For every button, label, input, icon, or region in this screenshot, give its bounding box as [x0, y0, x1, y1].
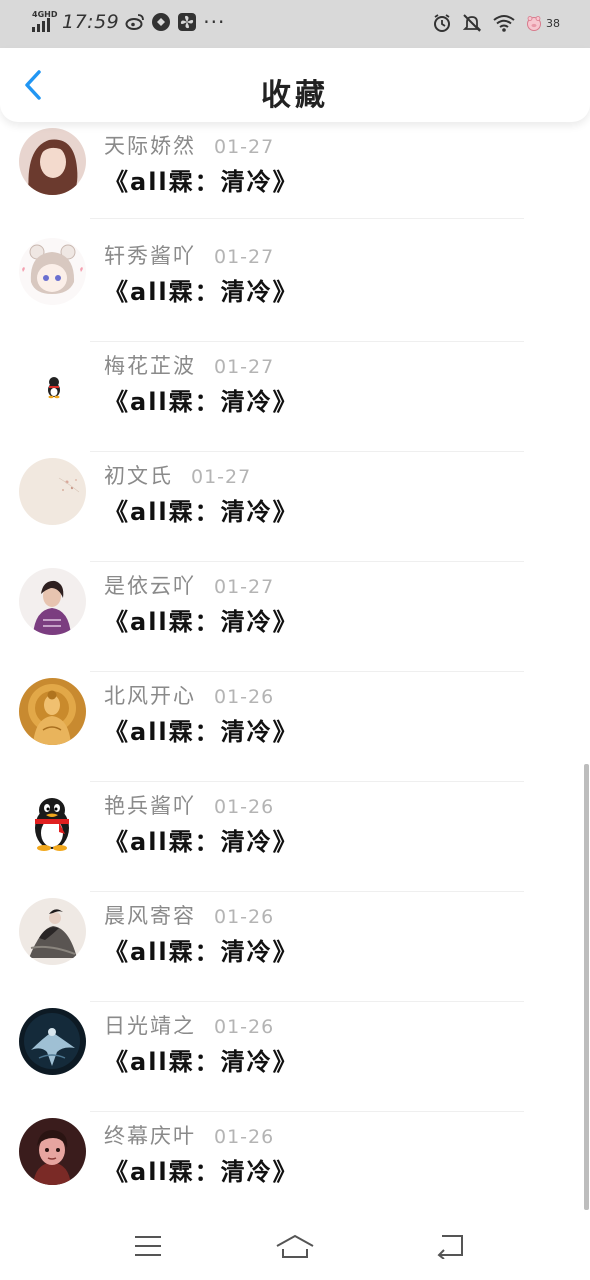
item-title: 《all霖：清冷》: [104, 938, 299, 966]
user-name: 北风开心: [104, 684, 196, 708]
page-title: 收藏: [261, 78, 329, 113]
item-title: 《all霖：清冷》: [104, 718, 299, 746]
scrollbar[interactable]: [584, 764, 589, 1210]
user-name: 初文氏: [104, 464, 173, 488]
list-item[interactable]: 终幕庆叶 01-26 《all霖：清冷》: [0, 1112, 584, 1212]
user-avatar: [19, 348, 86, 415]
item-title: 《all霖：清冷》: [104, 608, 299, 636]
list-item[interactable]: 北风开心 01-26 《all霖：清冷》: [0, 672, 584, 782]
back-icon: [437, 1235, 463, 1259]
system-nav-bar: [0, 1212, 590, 1280]
status-bar: 4GHD 17:59 ··· 38: [0, 0, 590, 48]
list-item[interactable]: 天际娇然 01-27 《all霖：清冷》: [0, 122, 584, 232]
alarm-icon: [434, 14, 450, 32]
header: 收藏: [0, 48, 590, 122]
item-title: 《all霖：清冷》: [104, 278, 299, 306]
user-avatar: [19, 898, 86, 965]
list-item[interactable]: 梅花芷波 01-27 《all霖：清冷》: [0, 342, 584, 452]
date: 01-26: [214, 1126, 275, 1148]
user-name: 梅花芷波: [104, 354, 196, 378]
name-row: 晨风寄容 01-26: [104, 900, 274, 930]
divider: [90, 218, 524, 219]
item-title: 《all霖：清冷》: [104, 828, 299, 856]
name-row: 北风开心 01-26: [104, 680, 274, 710]
name-row: 日光靖之 01-26: [104, 1010, 274, 1040]
user-avatar: [19, 1008, 86, 1075]
name-row: 初文氏 01-27: [104, 460, 251, 490]
list-item[interactable]: 晨风寄容 01-26 《all霖：清冷》: [0, 892, 584, 1002]
item-title: 《all霖：清冷》: [104, 1158, 299, 1186]
home-icon: [276, 1234, 314, 1258]
user-avatar: [19, 788, 86, 855]
item-title: 《all霖：清冷》: [104, 498, 299, 526]
list-item[interactable]: 是依云吖 01-27 《all霖：清冷》: [0, 562, 584, 672]
user-name: 艳兵酱吖: [104, 794, 196, 818]
user-name: 是依云吖: [104, 574, 196, 598]
date: 01-27: [214, 576, 275, 598]
user-avatar: [19, 1118, 86, 1185]
name-row: 艳兵酱吖 01-26: [104, 790, 274, 820]
user-avatar: [19, 458, 86, 525]
user-name: 轩秀酱吖: [104, 244, 196, 268]
name-row: 天际娇然 01-27: [104, 130, 274, 160]
date: 01-27: [191, 466, 252, 488]
more-dots-icon: ···: [203, 10, 226, 34]
menu-button[interactable]: [128, 1228, 168, 1264]
item-title: 《all霖：清冷》: [104, 388, 299, 416]
weibo-icon: [125, 14, 145, 30]
battery-icon: 38: [526, 15, 560, 31]
date: 01-26: [214, 906, 275, 928]
favorites-list: 天际娇然 01-27 《all霖：清冷》 轩秀酱吖 01-27 《all霖：清冷…: [0, 122, 584, 1212]
list-item[interactable]: 初文氏 01-27 《all霖：清冷》: [0, 452, 584, 562]
list-item[interactable]: 日光靖之 01-26 《all霖：清冷》: [0, 1002, 584, 1112]
item-title: 《all霖：清冷》: [104, 1048, 299, 1076]
name-row: 终幕庆叶 01-26: [104, 1120, 274, 1150]
date: 01-27: [214, 246, 275, 268]
wifi-icon: [493, 15, 515, 32]
name-row: 梅花芷波 01-27: [104, 350, 274, 380]
fan-icon: [178, 13, 197, 31]
user-avatar: [19, 678, 86, 745]
date: 01-26: [214, 796, 275, 818]
user-name: 天际娇然: [104, 134, 196, 158]
app-icon: [152, 13, 171, 31]
date: 01-26: [214, 1016, 275, 1038]
user-avatar: [19, 238, 86, 305]
date: 01-27: [214, 356, 275, 378]
name-row: 是依云吖 01-27: [104, 570, 274, 600]
item-title: 《all霖：清冷》: [104, 168, 299, 196]
user-name: 晨风寄容: [104, 904, 196, 928]
list-item[interactable]: 轩秀酱吖 01-27 《all霖：清冷》: [0, 232, 584, 342]
user-name: 日光靖之: [104, 1014, 196, 1038]
home-button[interactable]: [275, 1228, 315, 1264]
signal-icon: 4GHD: [30, 10, 57, 34]
menu-icon: [135, 1236, 161, 1256]
battery-level: 38: [546, 16, 560, 30]
user-avatar: [19, 128, 86, 195]
mute-icon: [462, 14, 482, 32]
user-name: 终幕庆叶: [104, 1124, 196, 1148]
list-item[interactable]: 艳兵酱吖 01-26 《all霖：清冷》: [0, 782, 584, 892]
name-row: 轩秀酱吖 01-27: [104, 240, 274, 270]
back-nav-button[interactable]: [430, 1228, 470, 1264]
status-left: 4GHD 17:59 ···: [30, 8, 225, 36]
date: 01-27: [214, 136, 275, 158]
user-avatar: [19, 568, 86, 635]
status-time: 17:59: [62, 11, 120, 33]
date: 01-26: [214, 686, 275, 708]
status-right: 38: [432, 10, 560, 36]
